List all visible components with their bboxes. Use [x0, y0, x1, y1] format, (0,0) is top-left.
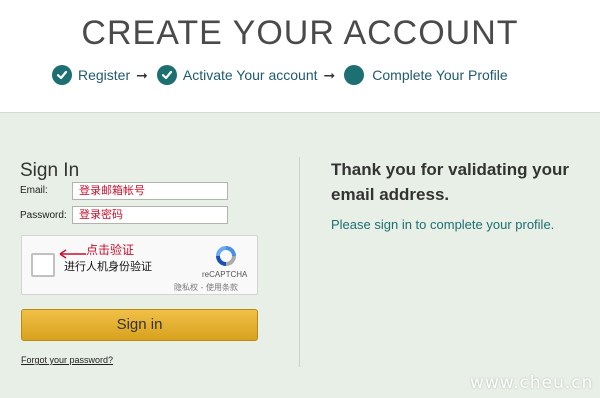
step-activate: Activate Your account ➞ — [156, 65, 344, 85]
filled-circle-icon — [344, 65, 365, 85]
step-label: Complete Your Profile — [372, 67, 508, 83]
header: CREATE YOUR ACCOUNT Register ➞ Activate … — [0, 0, 600, 112]
email-field[interactable]: 登录邮箱帐号 — [72, 182, 228, 200]
recaptcha-links[interactable]: 隐私权 - 使用条款 — [174, 282, 238, 293]
step-label: Register — [78, 67, 131, 83]
page-title: CREATE YOUR ACCOUNT — [81, 14, 519, 52]
thanks-heading: Thank you for validating your email addr… — [331, 160, 570, 204]
captcha-label: 进行人机身份验证 — [64, 260, 152, 273]
password-field[interactable]: 登录密码 — [72, 206, 228, 224]
check-circle-icon — [52, 65, 72, 85]
email-label: Email: — [20, 185, 48, 196]
arrow-right-icon: ➞ — [323, 66, 336, 83]
signin-panel: Sign In Email: 登录邮箱帐号 Password: 登录密码 点击验… — [0, 112, 600, 398]
check-circle-icon — [156, 65, 177, 85]
recaptcha-brand: reCAPTCHA — [202, 270, 248, 279]
vertical-divider — [299, 157, 300, 367]
watermark: www.cheu.cn — [470, 373, 594, 393]
recaptcha-logo-icon — [216, 246, 236, 266]
step-label: Activate Your account — [182, 67, 318, 83]
progress-steps: Register ➞ Activate Your account ➞ Compl… — [52, 62, 508, 88]
forgot-password-link[interactable]: Forgot your password? — [21, 355, 113, 365]
signin-instruction: Please sign in to complete your profile. — [331, 217, 555, 232]
arrow-right-icon: ➞ — [136, 66, 148, 83]
captcha-hint: 点击验证 — [86, 243, 135, 257]
step-register: Register ➞ — [52, 65, 157, 85]
recaptcha-checkbox[interactable] — [31, 253, 55, 277]
signin-button[interactable]: Sign in — [21, 309, 258, 341]
recaptcha-widget: 点击验证 进行人机身份验证 reCAPTCHA 隐私权 - 使用条款 — [21, 235, 258, 295]
signin-title: Sign In — [20, 160, 80, 181]
step-complete-profile: Complete Your Profile — [344, 65, 508, 85]
password-label: Password: — [20, 210, 67, 221]
